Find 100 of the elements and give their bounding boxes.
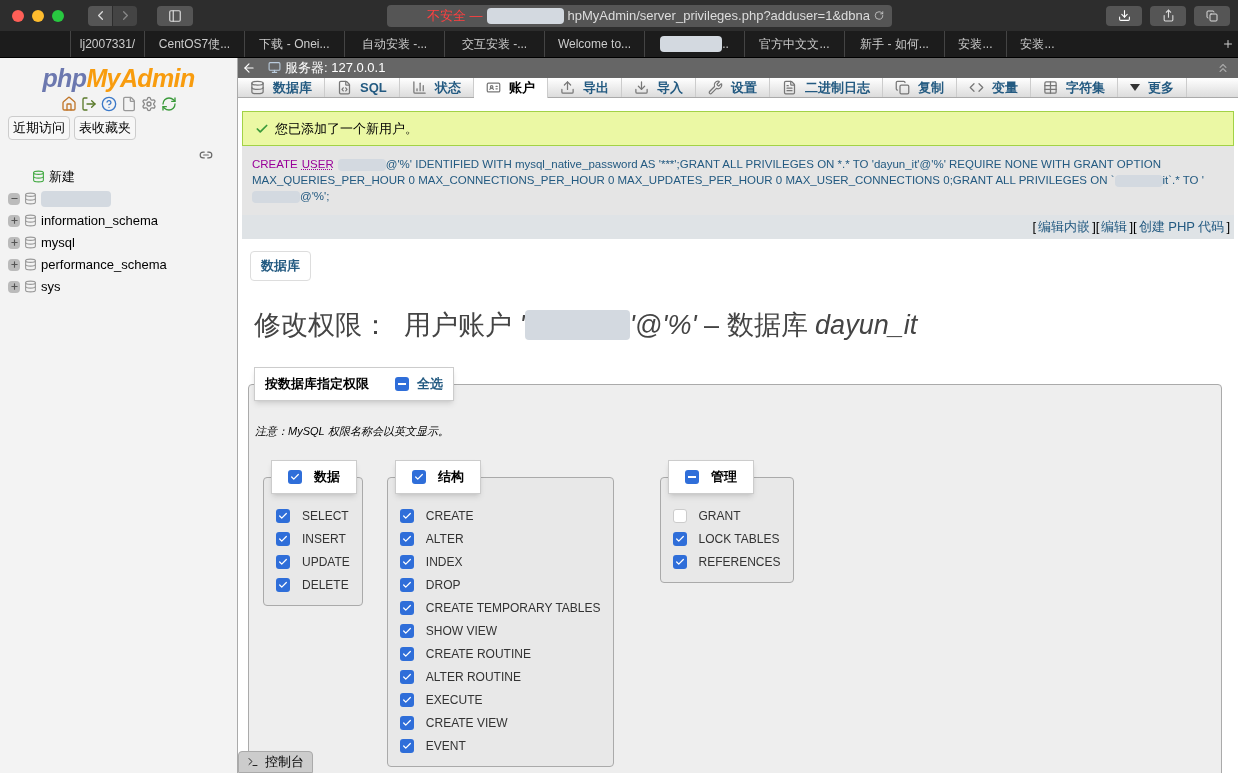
home-icon[interactable]	[60, 96, 77, 112]
browser-tab[interactable]: 安装...	[944, 31, 1006, 57]
privilege-label[interactable]: INSERT	[302, 530, 346, 548]
expand-icon[interactable]	[8, 236, 20, 249]
zoom-icon[interactable]	[52, 9, 64, 22]
privilege-label[interactable]: LOCK TABLES	[698, 530, 780, 548]
checkbox[interactable]	[399, 624, 414, 638]
browser-tab[interactable]: 官方中文文...	[744, 31, 844, 57]
back-button[interactable]	[88, 5, 112, 26]
browser-tab[interactable]: 交互安装 -...	[444, 31, 544, 57]
browser-tab[interactable]: 下载 - Onei...	[244, 31, 344, 57]
tree-item[interactable]: performance_schema	[41, 254, 167, 275]
expand-icon[interactable]	[8, 214, 20, 227]
privilege-label[interactable]: INDEX	[425, 553, 463, 571]
browser-tab[interactable]: ..	[644, 31, 744, 57]
sidebar-button[interactable]: 表收藏夹	[74, 116, 136, 140]
privilege-label[interactable]: ALTER ROUTINE	[425, 668, 521, 686]
nav-tab[interactable]: 更多	[1117, 77, 1187, 97]
expand-icon[interactable]	[8, 258, 20, 271]
privilege-label[interactable]: UPDATE	[302, 553, 350, 571]
checkbox[interactable]	[399, 509, 414, 523]
checkbox[interactable]	[399, 693, 414, 707]
checkbox[interactable]	[399, 647, 414, 661]
collapse-icon[interactable]	[8, 192, 20, 205]
document-icon[interactable]	[120, 96, 137, 112]
download-button[interactable]	[1106, 5, 1142, 26]
nav-tab[interactable]: SQL	[325, 77, 400, 97]
phpmyadmin-logo[interactable]: phpMyAdmin	[0, 62, 237, 94]
checkbox[interactable]	[276, 532, 290, 546]
nav-tab[interactable]: 数据库	[238, 77, 325, 97]
privilege-label[interactable]: EXECUTE	[425, 691, 483, 709]
browser-tab[interactable]: lj2007331/	[70, 31, 144, 57]
new-tab-icon[interactable]	[1222, 38, 1234, 50]
help-icon[interactable]	[100, 96, 117, 112]
nav-tab[interactable]: 复制	[882, 77, 957, 97]
privilege-label[interactable]: DROP	[425, 576, 461, 594]
server-title[interactable]: 服务器: 127.0.0.1	[285, 58, 386, 78]
privilege-label[interactable]: CREATE ROUTINE	[425, 645, 531, 663]
checkbox[interactable]	[399, 716, 414, 730]
tabs-button[interactable]	[1194, 5, 1230, 26]
browser-tab[interactable]: CentOS7使...	[144, 31, 244, 57]
checkbox[interactable]	[399, 670, 414, 684]
privilege-label[interactable]: ALTER	[425, 530, 464, 548]
privilege-label[interactable]: CREATE TEMPORARY TABLES	[425, 599, 601, 617]
checkbox[interactable]	[399, 601, 414, 615]
back-icon[interactable]	[242, 60, 256, 75]
nav-tab[interactable]: 导入	[621, 77, 696, 97]
reload-icon[interactable]	[874, 9, 884, 22]
privilege-label[interactable]: CREATE VIEW	[425, 714, 508, 732]
browser-tab[interactable]: 新手 - 如何...	[844, 31, 944, 57]
logout-icon[interactable]	[80, 96, 97, 112]
settings-icon[interactable]	[140, 96, 157, 112]
checkbox[interactable]	[276, 578, 290, 592]
privilege-label[interactable]: SHOW VIEW	[425, 622, 498, 640]
nav-tab[interactable]: 状态	[399, 77, 474, 97]
checkbox[interactable]	[399, 739, 414, 753]
checkbox[interactable]	[672, 509, 687, 523]
sidebar-toggle-button[interactable]	[157, 5, 193, 26]
privilege-label[interactable]: GRANT	[698, 507, 741, 525]
tree-item[interactable]: information_schema	[41, 210, 159, 231]
select-all-label[interactable]: 全选	[417, 374, 443, 394]
sql-action-link[interactable]: 编辑内嵌	[1036, 217, 1093, 237]
database-button[interactable]: 数据库	[250, 251, 311, 281]
checkbox[interactable]	[276, 509, 290, 523]
browser-tab[interactable]: 自动安装 -...	[344, 31, 444, 57]
sql-action-link[interactable]: 创建 PHP 代码	[1136, 217, 1227, 237]
minimize-icon[interactable]	[32, 9, 44, 22]
nav-tab[interactable]: 二进制日志	[769, 77, 883, 97]
checkbox[interactable]	[672, 532, 687, 546]
checkbox[interactable]	[399, 555, 414, 569]
checkbox[interactable]	[399, 532, 414, 546]
tree-item[interactable]: sys	[41, 276, 61, 297]
privilege-label[interactable]: EVENT	[425, 737, 466, 755]
privilege-label[interactable]: CREATE	[425, 507, 474, 525]
expand-icon[interactable]	[8, 280, 20, 293]
checkbox[interactable]	[672, 555, 687, 569]
nav-tab[interactable]: 变量	[956, 77, 1031, 97]
privilege-label[interactable]: DELETE	[302, 576, 349, 594]
checkbox[interactable]	[684, 469, 699, 484]
sql-link[interactable]: USER	[301, 158, 334, 170]
share-button[interactable]	[1150, 5, 1186, 26]
privilege-label[interactable]: REFERENCES	[698, 553, 781, 571]
nav-tab[interactable]: 字符集	[1030, 77, 1118, 97]
tree-item[interactable]: 新建	[49, 166, 75, 187]
address-bar[interactable]: 不安全 — hpMyAdmin/server_privileges.php?adduser=1&dbna	[387, 4, 892, 27]
privilege-label[interactable]: SELECT	[302, 507, 349, 525]
checkbox[interactable]	[399, 578, 414, 592]
tree-item[interactable]: mysql	[41, 232, 75, 253]
nav-tab[interactable]: 导出	[547, 77, 622, 97]
forward-button[interactable]	[113, 5, 137, 26]
sidebar-button[interactable]: 近期访问	[8, 116, 70, 140]
checkbox[interactable]	[276, 555, 290, 569]
browser-tab[interactable]: Welcome to...	[544, 31, 644, 57]
close-icon[interactable]	[12, 9, 24, 22]
reload-icon[interactable]	[160, 96, 177, 112]
console-tab[interactable]: 控制台	[238, 751, 313, 773]
checkbox[interactable]	[395, 377, 409, 391]
sql-action-link[interactable]: 编辑	[1099, 217, 1130, 237]
browser-tab[interactable]: 安装...	[1006, 31, 1068, 57]
nav-tab[interactable]: 设置	[695, 77, 770, 97]
